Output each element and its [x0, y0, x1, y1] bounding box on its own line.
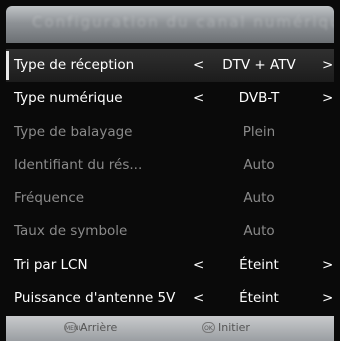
chevron-right-icon[interactable]: > — [322, 290, 333, 306]
settings-menu: Type de réception < DTV + ATV > Type num… — [6, 49, 334, 315]
menu-item-label: Type de balayage — [14, 123, 133, 140]
ok-label: Initier — [218, 321, 250, 334]
chevron-left-icon[interactable]: < — [193, 257, 204, 273]
menu-item-type-de-balayage: Type de balayage Plein — [6, 116, 334, 149]
chevron-right-icon[interactable]: > — [322, 90, 333, 106]
menu-title: Configuration du canal numérique — [32, 13, 334, 31]
menu-item-label: Tri par LCN — [14, 256, 88, 273]
menu-item-value: Auto — [243, 223, 275, 240]
menu-item-label: Type de réception — [14, 57, 135, 73]
menu-item-tri-par-lcn[interactable]: Tri par LCN < Éteint > — [6, 249, 334, 282]
menu-item-type-numerique[interactable]: Type numérique < DVB-T > — [6, 82, 334, 115]
menu-item-label: Identifiant du rés... — [14, 156, 143, 173]
menu-item-value: DTV + ATV — [222, 57, 296, 73]
chevron-left-icon[interactable]: < — [193, 90, 204, 106]
menu-item-puissance-antenne[interactable]: Puissance d'antenne 5V < Éteint > — [6, 282, 334, 315]
menu-item-label: Fréquence — [14, 190, 85, 207]
back-label: Arrière — [80, 321, 118, 334]
menu-item-identifiant-du-reseau: Identifiant du rés... Auto — [6, 149, 334, 182]
chevron-left-icon[interactable]: < — [193, 290, 204, 306]
ok-hint[interactable]: OK Initier — [202, 321, 250, 334]
menu-item-frequence: Fréquence Auto — [6, 182, 334, 215]
chevron-left-icon[interactable]: < — [193, 57, 204, 73]
menu-footer: MENU Arrière OK Initier — [6, 316, 334, 341]
ok-button-icon: OK — [202, 322, 215, 333]
chevron-right-icon[interactable]: > — [322, 57, 333, 73]
back-hint[interactable]: MENU Arrière — [64, 321, 117, 334]
menu-item-taux-de-symbole: Taux de symbole Auto — [6, 215, 334, 248]
menu-item-value: DVB-T — [238, 90, 280, 107]
menu-item-type-de-reception[interactable]: Type de réception < DTV + ATV > — [6, 49, 334, 83]
menu-item-value: Éteint — [239, 290, 279, 307]
tv-menu-screen: Configuration du canal numérique Type de… — [0, 0, 340, 341]
menu-item-value: Auto — [243, 156, 275, 173]
menu-header: Configuration du canal numérique — [6, 6, 334, 43]
menu-item-value: Auto — [243, 190, 275, 207]
menu-item-value: Plein — [242, 123, 276, 140]
menu-item-label: Puissance d'antenne 5V — [14, 290, 176, 307]
menu-item-label: Type numérique — [14, 90, 123, 107]
menu-button-icon: MENU — [64, 322, 83, 333]
menu-item-value: Éteint — [239, 256, 279, 273]
chevron-right-icon[interactable]: > — [322, 257, 333, 273]
menu-item-label: Taux de symbole — [14, 223, 128, 240]
